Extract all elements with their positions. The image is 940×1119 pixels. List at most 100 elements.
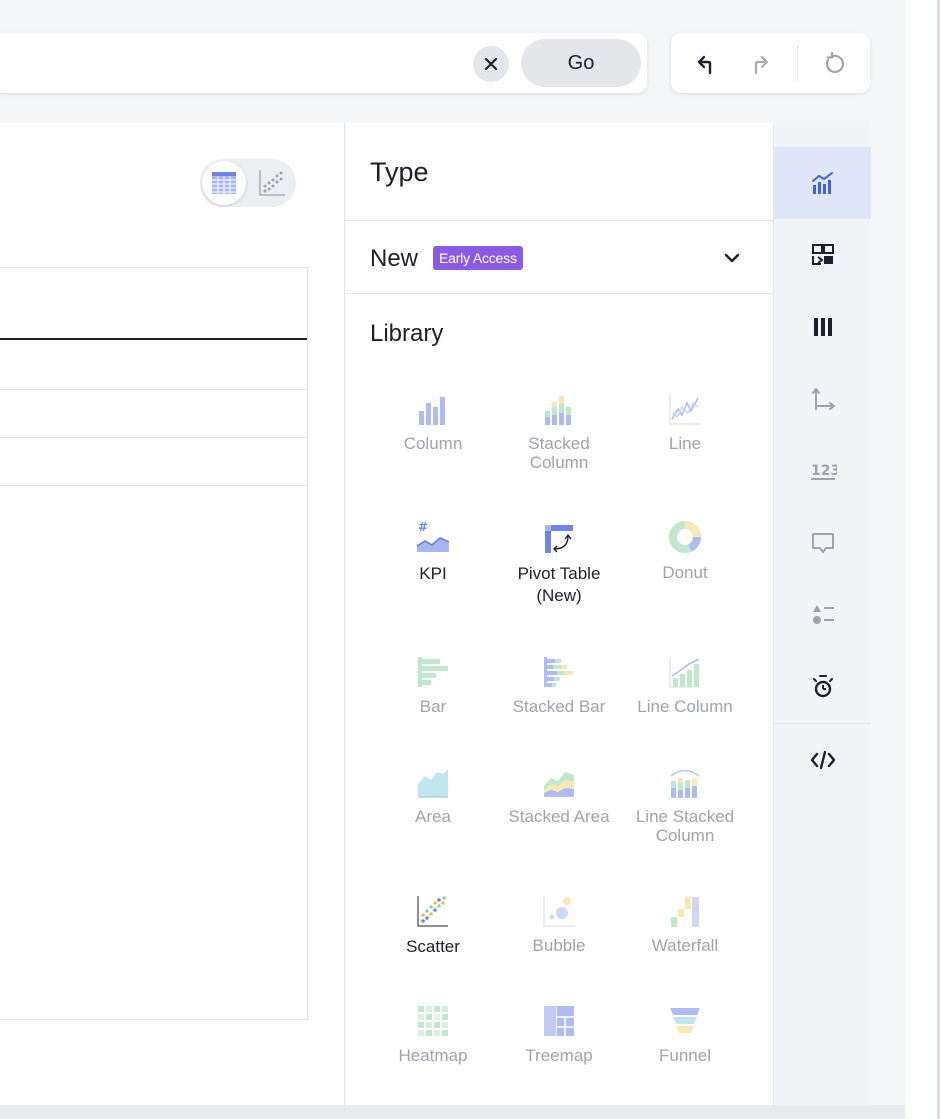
go-button[interactable]: Go [521, 39, 641, 87]
area-chart-icon [418, 769, 448, 798]
chart-type-label: Stacked Column [528, 434, 590, 472]
chart-type-area[interactable]: Area [370, 758, 496, 826]
chevron-down-icon [724, 253, 740, 263]
undo-arrow-icon [697, 55, 712, 75]
early-access-badge: Early Access [433, 246, 523, 270]
scatter-chart-icon [417, 896, 448, 927]
stacked-bar-chart-icon [544, 657, 573, 687]
go-button-label: Go [567, 51, 595, 74]
chart-type-heatmap[interactable]: Heatmap [370, 997, 496, 1065]
chart-type-label: Pivot Table (New) [517, 564, 601, 605]
chart-type-funnel[interactable]: Funnel [622, 997, 748, 1065]
chart-type-line-stacked-column[interactable]: Line Stacked Column [622, 758, 748, 845]
funnel-chart-icon [670, 1008, 700, 1033]
tooltip-icon [811, 533, 834, 553]
chart-type-line-column[interactable]: Line Column [622, 648, 748, 716]
rail-tooltip-button[interactable] [774, 507, 871, 579]
rail-number-format-button[interactable]: 123 [774, 435, 871, 507]
chart-type-waterfall[interactable]: Waterfall [622, 887, 748, 955]
chart-type-label: Bar [419, 697, 447, 716]
embed-code-icon [810, 750, 835, 770]
bottom-edge [0, 1105, 905, 1119]
chart-type-label: KPI [419, 564, 447, 583]
chart-type-label: Bubble [532, 936, 586, 955]
rail-chart-type-button[interactable] [774, 147, 871, 219]
heatmap-chart-icon [418, 1006, 448, 1036]
waterfall-chart-icon [671, 897, 699, 927]
chart-type-kpi[interactable]: # KPI [370, 514, 496, 585]
chart-type-label: Line [668, 434, 702, 453]
kpi-chart-icon: # [416, 520, 450, 552]
rail-configure-button[interactable] [774, 219, 871, 291]
chart-type-stacked-bar[interactable]: Stacked Bar [496, 648, 622, 716]
rail-legend-button[interactable] [774, 579, 871, 651]
stacked-area-chart-icon [544, 772, 574, 797]
chart-view-icon [259, 170, 285, 196]
library-title: Library [370, 320, 444, 347]
chart-type-stacked-area[interactable]: Stacked Area [496, 758, 622, 826]
line-chart-icon [669, 394, 700, 425]
chart-type-panel: Type New Early Access Library Column Sta… [344, 123, 774, 1105]
table-row-divider [0, 485, 307, 486]
chart-type-line[interactable]: Line [622, 385, 748, 453]
result-table [0, 267, 308, 1020]
pivot-table-icon [545, 525, 573, 553]
stacked-column-chart-icon [545, 396, 571, 425]
chart-type-pivot-table[interactable]: Pivot Table (New) [496, 514, 622, 607]
close-icon [484, 57, 498, 71]
app-canvas: Go Type New Early Access Library Column … [0, 0, 905, 1119]
treemap-chart-icon [544, 1006, 574, 1036]
number-format-icon: 123 [810, 463, 837, 480]
chart-type-label: Funnel [659, 1046, 711, 1065]
chart-type-label: Area [415, 807, 451, 826]
analytics-icon [812, 675, 833, 698]
chart-type-label: Scatter [406, 937, 460, 956]
chart-type-bubble[interactable]: Bubble [496, 887, 622, 955]
rail-columns-button[interactable] [774, 291, 871, 363]
axes-icon [811, 388, 835, 410]
chart-type-label: Heatmap [398, 1046, 468, 1065]
chart-type-label: Treemap [525, 1046, 593, 1065]
donut-chart-icon [669, 521, 701, 553]
undo-button[interactable] [691, 49, 721, 79]
chart-type-label: Line Stacked Column [635, 807, 735, 845]
table-row-divider [0, 437, 307, 438]
chart-type-scatter[interactable]: Scatter [370, 887, 496, 958]
settings-rail: 123 [773, 123, 871, 1105]
reset-button[interactable] [819, 49, 849, 79]
chart-type-stacked-column[interactable]: Stacked Column [496, 385, 622, 472]
chart-type-donut[interactable]: Donut [622, 514, 748, 582]
redo-button[interactable] [745, 49, 775, 79]
chart-type-label: Column [403, 434, 463, 453]
chart-type-label: Waterfall [651, 936, 719, 955]
chart-type-treemap[interactable]: Treemap [496, 997, 622, 1065]
chart-type-icon [811, 172, 833, 194]
svg-text:#: # [418, 520, 428, 534]
new-section-toggle[interactable]: New Early Access [345, 221, 774, 294]
panel-title: Type [370, 157, 429, 187]
chart-view-option[interactable] [250, 161, 294, 205]
chart-type-bar[interactable]: Bar [370, 648, 496, 716]
table-view-icon [212, 172, 236, 194]
line-column-chart-icon [669, 657, 700, 688]
chart-type-label: Line Column [637, 697, 733, 716]
view-toggle[interactable] [200, 159, 296, 207]
table-header-rule [0, 338, 307, 340]
chart-type-label: Stacked Area [508, 807, 610, 826]
legend-icon [812, 605, 834, 624]
chart-type-column[interactable]: Column [370, 385, 496, 453]
chart-type-label: Donut [662, 563, 708, 582]
history-divider [797, 45, 798, 81]
search-bar[interactable]: Go [0, 33, 647, 93]
table-row-divider [0, 389, 307, 390]
rail-embed-code-button[interactable] [774, 724, 871, 796]
table-view-option[interactable] [202, 161, 246, 205]
rail-axes-button[interactable] [774, 363, 871, 435]
rail-analytics-button[interactable] [774, 651, 871, 723]
new-section-label: New [370, 245, 419, 272]
reset-icon [825, 52, 845, 73]
panel-divider [345, 293, 774, 294]
page-scrollbar[interactable] [905, 0, 940, 1119]
line-stacked-column-chart-icon [670, 769, 700, 798]
clear-search-button[interactable] [473, 46, 509, 82]
